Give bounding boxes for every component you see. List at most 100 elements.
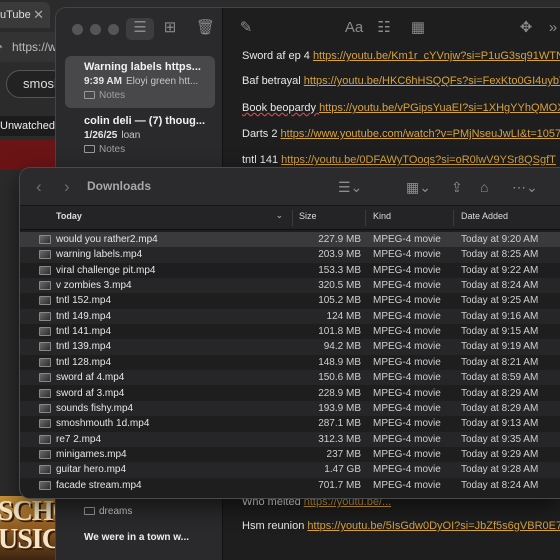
video-thumbnail-icon [39, 311, 51, 321]
close-window-button[interactable] [72, 24, 83, 35]
file-row[interactable]: tntl 152.mp4 105.2 MB MPEG-4 movie Today at… [20, 293, 560, 308]
file-row[interactable]: v zombies 3.mp4 320.5 MB MPEG-4 movie Today… [20, 278, 560, 294]
file-kind: MPEG-4 movie [373, 310, 441, 322]
note-title[interactable]: We were in a town w... [84, 532, 189, 543]
video-thumbnail-icon [39, 342, 51, 352]
file-row[interactable]: facade stream.mp4 701.7 MB MPEG-4 movie Tod… [20, 478, 560, 493]
note-body-line: Sword af ep 4 https://youtu.be/Km1r_cYVn… [242, 50, 560, 62]
forward-chevron-icon[interactable]: › [64, 177, 70, 197]
file-kind: MPEG-4 movie [373, 280, 441, 292]
column-divider[interactable] [365, 210, 366, 226]
file-row[interactable]: viral challenge pit.mp4 153.3 MB MPEG-4 mo… [20, 263, 560, 278]
note-title: colin deli — (7) thoug... [84, 115, 205, 127]
file-size: 101.8 MB [318, 326, 361, 338]
note-link[interactable]: https://youtu.be/5IsGdw0DyOI?si=JbZf5s6g… [307, 520, 560, 532]
zoom-window-button[interactable] [108, 24, 119, 35]
format-text-icon[interactable]: Aa [344, 18, 364, 40]
note-link[interactable]: https://youtu.be/0DFAWyTOoqs?si=oR0lwV9Y… [281, 154, 556, 166]
file-date-added: Today at 8:21 AM [461, 356, 539, 368]
tag-icon[interactable]: ⌂ [480, 178, 488, 196]
file-size: 312.3 MB [318, 433, 361, 445]
list-view-icon[interactable]: ☰⌄ [338, 178, 362, 196]
video-thumbnail-icon [39, 434, 51, 444]
column-header-name[interactable]: Today [56, 211, 82, 221]
file-size: 124 MB [326, 310, 361, 322]
sort-chevron-icon[interactable]: ⌄ [276, 211, 283, 220]
file-size: 148.9 MB [318, 356, 361, 368]
share-icon[interactable]: ⇪ [451, 178, 463, 196]
file-row[interactable]: sword af 4.mp4 150.6 MB MPEG-4 movie Today … [20, 370, 560, 386]
file-row[interactable]: would you rather2.mp4 227.9 MB MPEG-4 movi… [20, 232, 560, 248]
address-bar[interactable]: ◔ https://ww [0, 32, 65, 62]
file-date-added: Today at 9:16 AM [461, 310, 539, 322]
file-name: v zombies 3.mp4 [56, 280, 132, 292]
tab-close-icon[interactable]: ✕ [33, 2, 44, 28]
note-preview: Eloyi green htt... [125, 76, 199, 87]
file-row[interactable]: tntl 149.mp4 124 MB MPEG-4 movie Today at 9… [20, 308, 560, 325]
more-actions-icon[interactable]: ⋯⌄ [512, 178, 538, 196]
file-kind: MPEG-4 movie [373, 234, 441, 245]
note-body-line: Baf betrayal https://youtu.be/HKC6hHSQQF… [242, 75, 560, 87]
video-thumbnail-icon [39, 419, 51, 429]
note-link[interactable]: https://www.youtube.com/watch?v=PMjNseuJ… [281, 128, 560, 140]
column-header-kind[interactable]: Kind [373, 211, 391, 221]
video-thumbnail-icon [39, 296, 51, 306]
unwatched-filter-chip[interactable]: Unwatched [0, 116, 60, 136]
note-link[interactable]: https://youtu.be/Km1r_cYVnjw?si=P1uG3sq9… [313, 50, 560, 62]
checklist-icon[interactable]: ☷ [374, 18, 394, 40]
file-row[interactable]: smoshmouth 1d.mp4 287.1 MB MPEG-4 movie Tod… [20, 416, 560, 431]
file-row[interactable]: tntl 128.mp4 148.9 MB MPEG-4 movie Today at… [20, 355, 560, 370]
column-header-size[interactable]: Size [299, 211, 317, 221]
compose-icon[interactable]: ✎ [236, 18, 256, 40]
file-row[interactable]: tntl 139.mp4 94.2 MB MPEG-4 movie Today at … [20, 339, 560, 355]
more-icon[interactable]: » [546, 18, 560, 40]
file-size: 203.9 MB [318, 249, 361, 261]
file-name: re7 2.mp4 [56, 433, 102, 445]
file-row[interactable]: guitar hero.mp4 1.47 GB MPEG-4 movie Today … [20, 462, 560, 478]
video-thumbnail-icon [39, 465, 51, 475]
column-divider[interactable] [453, 210, 454, 226]
file-size: 237 MB [326, 448, 361, 460]
file-row[interactable]: minigames.mp4 237 MB MPEG-4 movie Today at … [20, 447, 560, 462]
back-chevron-icon[interactable]: ‹ [36, 177, 42, 197]
file-date-added: Today at 9:13 AM [461, 418, 539, 430]
gallery-view-icon[interactable]: ⊞ [160, 18, 180, 40]
note-link[interactable]: https://youtu.be/vPGipsYuaEI?si=1XHgYYhQ… [319, 102, 560, 114]
video-thumbnail-icon [39, 480, 51, 490]
minimize-window-button[interactable] [90, 24, 101, 35]
video-thumbnail-icon [39, 281, 51, 291]
file-date-added: Today at 8:24 AM [461, 479, 539, 491]
note-body-line: tntl 141 https://youtu.be/0DFAWyTOoqs?si… [242, 154, 556, 166]
file-date-added: Today at 8:59 AM [461, 372, 539, 384]
note-list-item[interactable]: colin deli — (7) thoug... 1/26/25 loan No… [65, 110, 215, 162]
file-row[interactable]: warning labels.mp4 203.9 MB MPEG-4 movie To… [20, 247, 560, 263]
video-thumbnail-icon [39, 235, 51, 244]
file-name: minigames.mp4 [56, 448, 127, 460]
finder-window: ‹ › Downloads ☰⌄ ▦⌄ ⇪ ⌂ ⋯⌄ Today ⌄ Size … [20, 168, 560, 498]
trash-icon[interactable]: 🗑 [196, 18, 215, 40]
column-header-date[interactable]: Date Added [461, 211, 508, 221]
notes-toolbar: ☰ ⊞ 🗑 ✎ Aa ☷ ▦ ✥ » [56, 8, 560, 48]
table-icon[interactable]: ▦ [408, 18, 428, 40]
note-line-label: tntl 141 [242, 154, 282, 166]
note-folder-label: Notes [99, 90, 126, 101]
file-name: smoshmouth 1d.mp4 [56, 418, 150, 430]
video-thumbnail[interactable] [0, 140, 60, 170]
file-date-added: Today at 9:19 AM [461, 341, 539, 353]
list-view-icon[interactable]: ☰ [126, 18, 154, 40]
browser-tab-youtube[interactable]: uTube ✕ [0, 2, 50, 28]
group-view-icon[interactable]: ▦⌄ [406, 178, 431, 196]
note-folder-label: dreams [99, 506, 133, 517]
note-list-item[interactable]: Warning labels https... 9:39 AM Eloyi gre… [65, 56, 215, 108]
note-time: 1/26/25 [84, 130, 118, 141]
folder-icon [84, 507, 95, 515]
file-row[interactable]: tntl 141.mp4 101.8 MB MPEG-4 movie Today at… [20, 324, 560, 339]
column-divider[interactable] [292, 210, 293, 226]
share-icon[interactable]: ✥ [516, 18, 536, 40]
file-row[interactable]: sounds fishy.mp4 193.9 MB MPEG-4 movie Toda… [20, 400, 560, 417]
file-row[interactable]: re7 2.mp4 312.3 MB MPEG-4 movie Today at 9:… [20, 431, 560, 447]
file-kind: MPEG-4 movie [373, 479, 441, 491]
note-folder[interactable]: dreams [84, 506, 132, 517]
note-link[interactable]: https://youtu.be/HKC6hHSQQFs?si=FexKto0G… [304, 75, 560, 87]
file-row[interactable]: sword af 3.mp4 228.9 MB MPEG-4 movie Today … [20, 386, 560, 401]
